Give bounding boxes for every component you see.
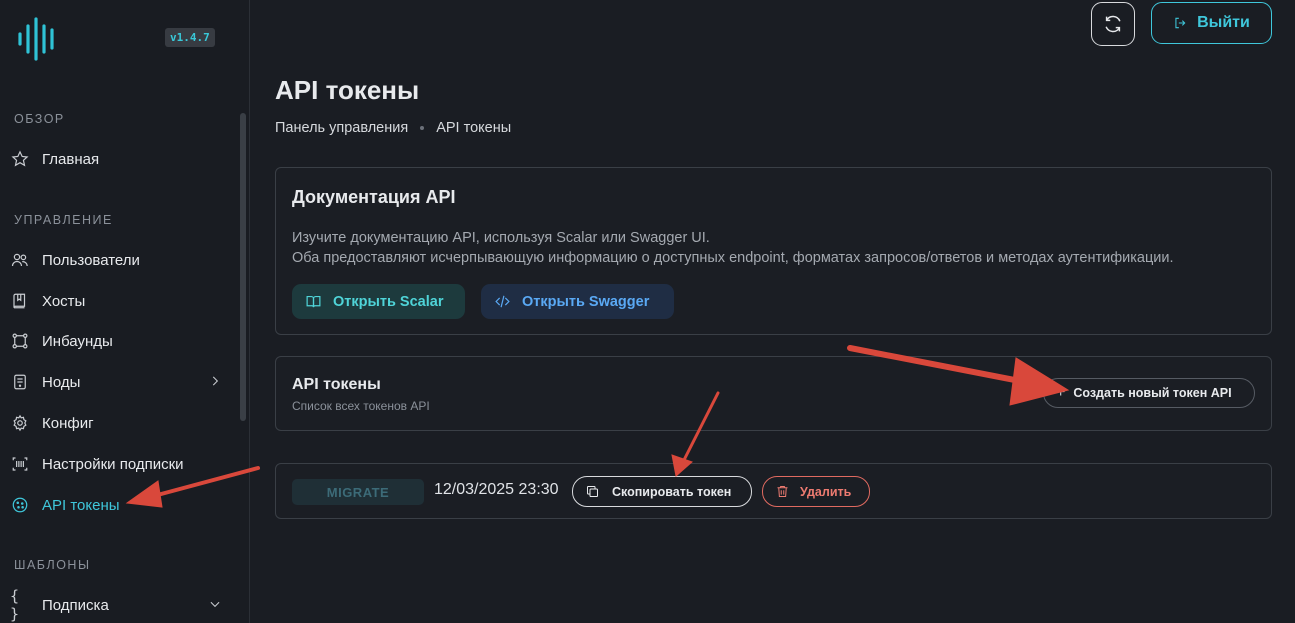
sidebar-item-users[interactable]: Пользователи (10, 245, 226, 275)
sidebar-item-label: Хосты (42, 292, 86, 310)
logout-label: Выйти (1197, 14, 1250, 31)
open-scalar-button[interactable]: Открыть Scalar (292, 284, 465, 319)
sidebar: v1.4.7 ОБЗОР Главная УПРАВЛЕНИЕ Пользова… (0, 0, 250, 623)
create-token-label: Создать новый токен API (1073, 386, 1232, 400)
sidebar-item-label: Ноды (42, 373, 81, 391)
code-icon (495, 295, 510, 308)
sidebar-item-home[interactable]: Главная (10, 144, 226, 174)
page-title: API токены (275, 75, 420, 105)
tokens-card-subtitle: Список всех токенов API (292, 399, 430, 413)
logo-icon (18, 17, 54, 61)
version-badge: v1.4.7 (165, 28, 215, 47)
section-label-templates: ШАБЛОНЫ (14, 558, 91, 572)
docs-card-description: Изучите документацию API, используя Scal… (292, 228, 1174, 268)
breadcrumb-dashboard[interactable]: Панель управления (275, 120, 408, 136)
sidebar-item-label: Пользователи (42, 251, 140, 269)
logout-icon (1175, 17, 1186, 29)
breadcrumb: Панель управления API токены (275, 120, 511, 136)
token-date: 12/03/2025 23:30 (434, 481, 559, 498)
sidebar-scrollbar[interactable] (240, 113, 246, 421)
token-name-badge: MIGRATE (292, 479, 424, 505)
book-icon (10, 291, 30, 311)
sidebar-item-label: API токены (42, 496, 120, 514)
section-label-management: УПРАВЛЕНИЕ (14, 213, 113, 227)
braces-icon: { } (10, 587, 20, 623)
delete-token-label: Удалить (800, 484, 852, 499)
copy-token-label: Скопировать токен (612, 484, 732, 499)
open-scalar-label: Открыть Scalar (333, 293, 444, 310)
sidebar-item-config[interactable]: Конфиг (10, 408, 226, 438)
api-tokens-card: API токены Список всех токенов API + Соз… (275, 356, 1272, 431)
sidebar-item-label: Конфиг (42, 414, 94, 432)
sidebar-item-label: Главная (42, 150, 100, 168)
trash-icon (777, 486, 788, 497)
users-icon (10, 250, 30, 270)
server-icon (10, 372, 30, 392)
delete-token-button[interactable]: Удалить (762, 476, 870, 507)
sidebar-item-label: Подписка (42, 596, 109, 614)
book-open-icon (306, 295, 321, 308)
sidebar-item-nodes[interactable]: Ноды (10, 367, 226, 397)
open-swagger-button[interactable]: Открыть Swagger (481, 284, 674, 319)
sidebar-item-label: Инбаунды (42, 332, 113, 350)
gear-icon (10, 413, 30, 433)
chevron-down-icon (208, 597, 222, 611)
token-row: MIGRATE 12/03/2025 23:30 Скопировать ток… (275, 463, 1272, 519)
docs-desc-line-2: Оба предоставляют исчерпывающую информац… (292, 250, 1174, 266)
open-swagger-label: Открыть Swagger (522, 293, 650, 310)
copy-icon (587, 486, 598, 497)
sidebar-item-inbounds[interactable]: Инбаунды (10, 326, 226, 356)
refresh-icon (1105, 15, 1121, 33)
section-label-overview: ОБЗОР (14, 112, 65, 126)
tokens-card-title: API токены (292, 376, 381, 393)
docs-card-title: Документация API (292, 187, 456, 207)
sidebar-item-subscription-settings[interactable]: Настройки подписки (10, 449, 226, 479)
network-icon (10, 331, 30, 351)
sidebar-item-subscription[interactable]: { } Подписка (10, 587, 226, 623)
plus-icon: + (1056, 384, 1066, 401)
breadcrumb-separator (420, 126, 425, 130)
breadcrumb-current: API токены (436, 120, 512, 136)
chevron-right-icon (208, 374, 222, 388)
create-token-button[interactable]: + Создать новый токен API (1043, 378, 1255, 408)
star-icon (10, 149, 30, 169)
cookie-icon (10, 495, 30, 515)
copy-token-button[interactable]: Скопировать токен (572, 476, 752, 507)
sidebar-item-hosts[interactable]: Хосты (10, 286, 226, 316)
barcode-icon (10, 454, 30, 474)
logout-button[interactable]: Выйти (1151, 2, 1272, 44)
sidebar-item-api-tokens[interactable]: API токены (10, 490, 226, 520)
sidebar-item-label: Настройки подписки (42, 455, 184, 473)
api-docs-card: Документация API Изучите документацию AP… (275, 167, 1272, 335)
refresh-button[interactable] (1091, 2, 1135, 46)
docs-desc-line-1: Изучите документацию API, используя Scal… (292, 230, 710, 246)
